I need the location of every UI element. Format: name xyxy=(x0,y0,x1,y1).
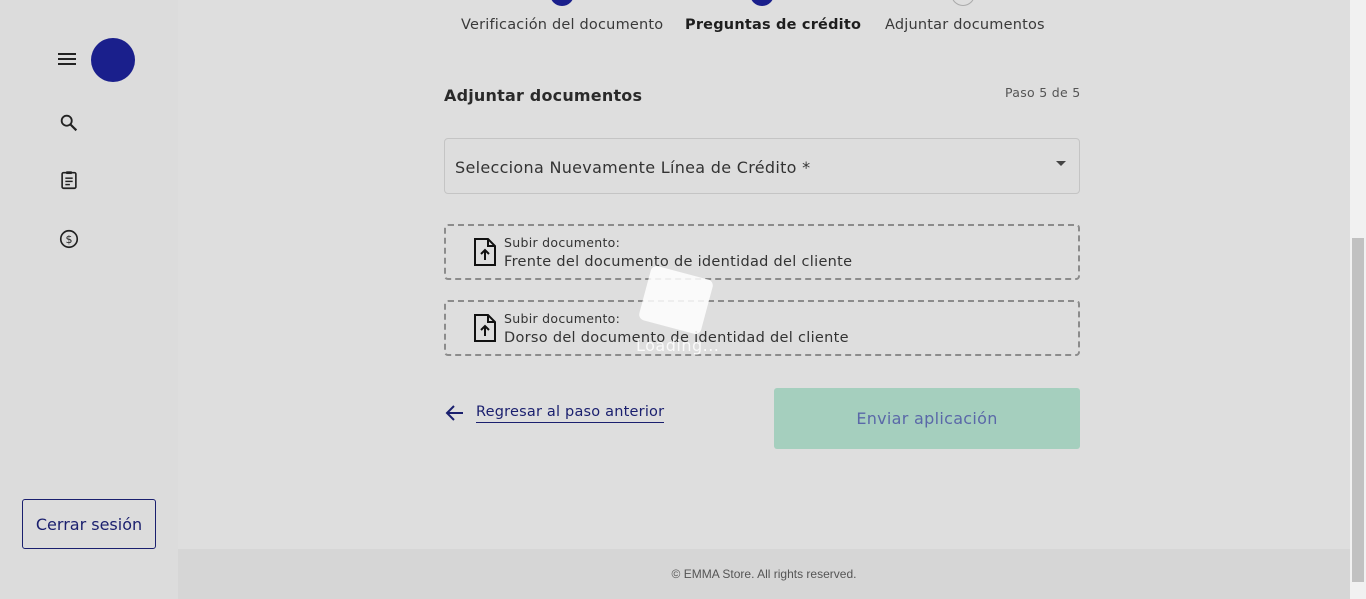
page-scrollbar[interactable] xyxy=(1350,0,1366,599)
step-label-verification: Verificación del documento xyxy=(461,17,664,33)
file-upload-icon xyxy=(474,238,496,266)
sidebar: $ Cerrar sesión xyxy=(0,0,178,599)
submit-application-button[interactable]: Enviar aplicación xyxy=(774,388,1080,449)
step-indicator-active xyxy=(750,0,774,6)
step-count: Paso 5 de 5 xyxy=(1005,85,1081,100)
footer-copyright: © EMMA Store. All rights reserved. xyxy=(671,567,857,581)
upload-back-document[interactable]: Subir documento: Dorso del documento de … xyxy=(444,300,1080,356)
step-label-credit-questions: Preguntas de crédito xyxy=(685,17,862,33)
dollar-icon[interactable]: $ xyxy=(58,228,80,250)
svg-text:$: $ xyxy=(66,233,73,246)
upload-caption: Subir documento: xyxy=(504,311,621,326)
upload-front-document[interactable]: Subir documento: Frente del documento de… xyxy=(444,224,1080,280)
back-link-label: Regresar al paso anterior xyxy=(476,404,665,423)
footer: © EMMA Store. All rights reserved. xyxy=(178,549,1350,599)
avatar[interactable] xyxy=(91,38,135,82)
clipboard-icon[interactable] xyxy=(58,169,80,191)
upload-caption: Subir documento: xyxy=(504,235,621,250)
scrollbar-thumb[interactable] xyxy=(1352,238,1364,582)
section-title: Adjuntar documentos xyxy=(444,86,643,105)
step-indicator-pending xyxy=(951,0,975,6)
chevron-down-icon xyxy=(1056,161,1066,166)
step-indicator-done xyxy=(550,0,574,6)
main-content: Verificación del documento Preguntas de … xyxy=(178,0,1350,549)
credit-line-select[interactable]: Selecciona Nuevamente Línea de Crédito * xyxy=(444,138,1080,194)
arrow-left-icon xyxy=(445,405,463,421)
file-upload-icon xyxy=(474,314,496,342)
upload-document-name: Frente del documento de identidad del cl… xyxy=(504,254,853,270)
select-label: Selecciona Nuevamente Línea de Crédito * xyxy=(455,158,811,177)
back-link[interactable]: Regresar al paso anterior xyxy=(444,400,665,426)
upload-document-name: Dorso del documento de identidad del cli… xyxy=(504,330,849,346)
menu-icon[interactable] xyxy=(57,50,77,68)
step-label-attach-documents: Adjuntar documentos xyxy=(885,17,1045,33)
search-icon[interactable] xyxy=(58,112,80,134)
logout-button[interactable]: Cerrar sesión xyxy=(22,499,156,549)
